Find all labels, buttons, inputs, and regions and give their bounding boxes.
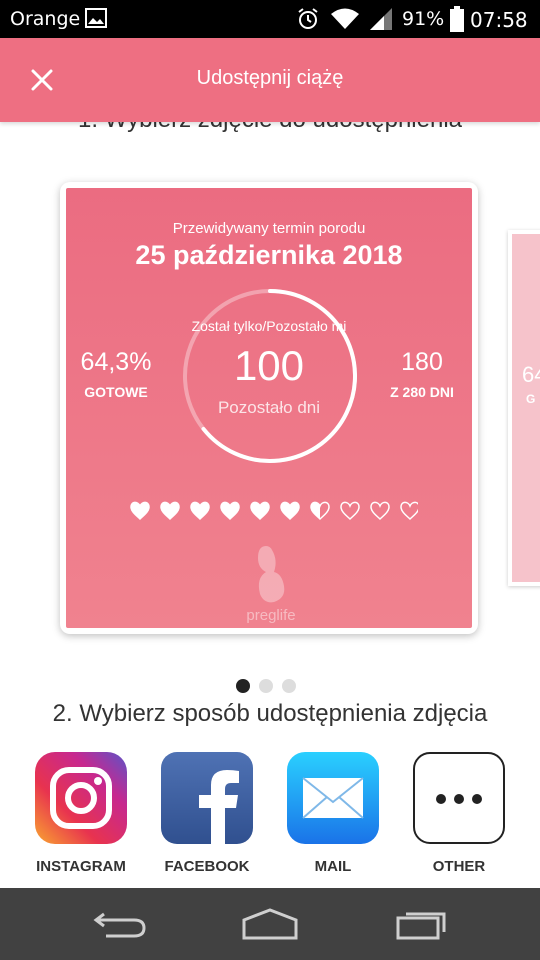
share-mail-label: MAIL: [314, 858, 352, 875]
heart-icon: [280, 501, 300, 521]
progress-percent-label: GOTOWE: [84, 384, 148, 400]
next-card-preview[interactable]: 64 G: [508, 230, 540, 586]
days-passed-value: 180: [401, 348, 443, 376]
heart-icon: [370, 501, 390, 521]
battery-percent: 91%: [402, 8, 445, 30]
svg-text:preglife: preglife: [246, 607, 295, 624]
next-card-value: 64: [522, 362, 540, 387]
due-date-value: 25 października 2018: [135, 240, 403, 270]
system-nav-bar: [0, 888, 540, 960]
progress-percent-value: 64,3%: [80, 348, 152, 376]
facebook-icon: [161, 752, 253, 844]
home-icon[interactable]: [240, 906, 300, 942]
share-other-label: OTHER: [432, 858, 486, 875]
image-notification-icon: [85, 8, 107, 28]
share-instagram-label: INSTAGRAM: [36, 858, 126, 875]
heart-icon: [220, 501, 240, 521]
back-icon[interactable]: [90, 906, 150, 942]
share-mail-button[interactable]: MAIL: [287, 752, 379, 875]
battery-icon: [450, 6, 464, 32]
clock: 07:58: [470, 8, 528, 32]
share-instagram-button[interactable]: INSTAGRAM: [35, 752, 127, 875]
due-date-label: Przewidywany termin porodu: [172, 220, 366, 237]
pager-dot-2[interactable]: [259, 679, 273, 693]
pager-dot-3[interactable]: [282, 679, 296, 693]
page-title: Udostępnij ciążę: [196, 67, 344, 89]
hearts-progress: [130, 501, 418, 521]
pager-dots: [234, 678, 298, 694]
heart-icon: [130, 501, 150, 521]
status-bar: Orange 91% 07:58: [0, 0, 540, 38]
instagram-icon: [35, 752, 127, 844]
wifi-icon: [331, 8, 359, 29]
preglife-logo: preglife: [246, 546, 296, 624]
share-other-button[interactable]: OTHER: [413, 752, 505, 875]
step2-heading: 2. Wybierz sposób udostępnienia zdjęcia: [52, 700, 488, 727]
share-card[interactable]: Przewidywany termin porodu 25 październi…: [60, 182, 478, 634]
share-card-image: Przewidywany termin porodu 25 październi…: [66, 188, 472, 628]
heart-icon: [310, 501, 330, 521]
heart-icon: [400, 501, 418, 521]
days-left-label: Pozostało dni: [217, 398, 321, 417]
ring-label: Został tylko/Pozostało mi: [191, 318, 347, 334]
heart-icon: [160, 501, 180, 521]
share-facebook-label: FACEBOOK: [164, 858, 250, 875]
heart-icon: [250, 501, 270, 521]
heart-icon: [340, 501, 360, 521]
next-card-label: G: [526, 392, 536, 406]
share-facebook-button[interactable]: FACEBOOK: [161, 752, 253, 875]
mail-icon: [287, 752, 379, 844]
pager-dot-1[interactable]: [236, 679, 250, 693]
days-passed-label: Z 280 DNI: [390, 384, 454, 400]
next-card-image: 64 G: [512, 234, 540, 582]
more-icon: [413, 752, 505, 844]
recent-apps-icon[interactable]: [392, 906, 452, 942]
alarm-icon: [298, 8, 318, 29]
top-app-bar: Udostępnij ciążę: [0, 38, 540, 122]
heart-icon: [190, 501, 210, 521]
signal-icon: [370, 8, 392, 30]
carrier-label: Orange: [10, 8, 81, 30]
